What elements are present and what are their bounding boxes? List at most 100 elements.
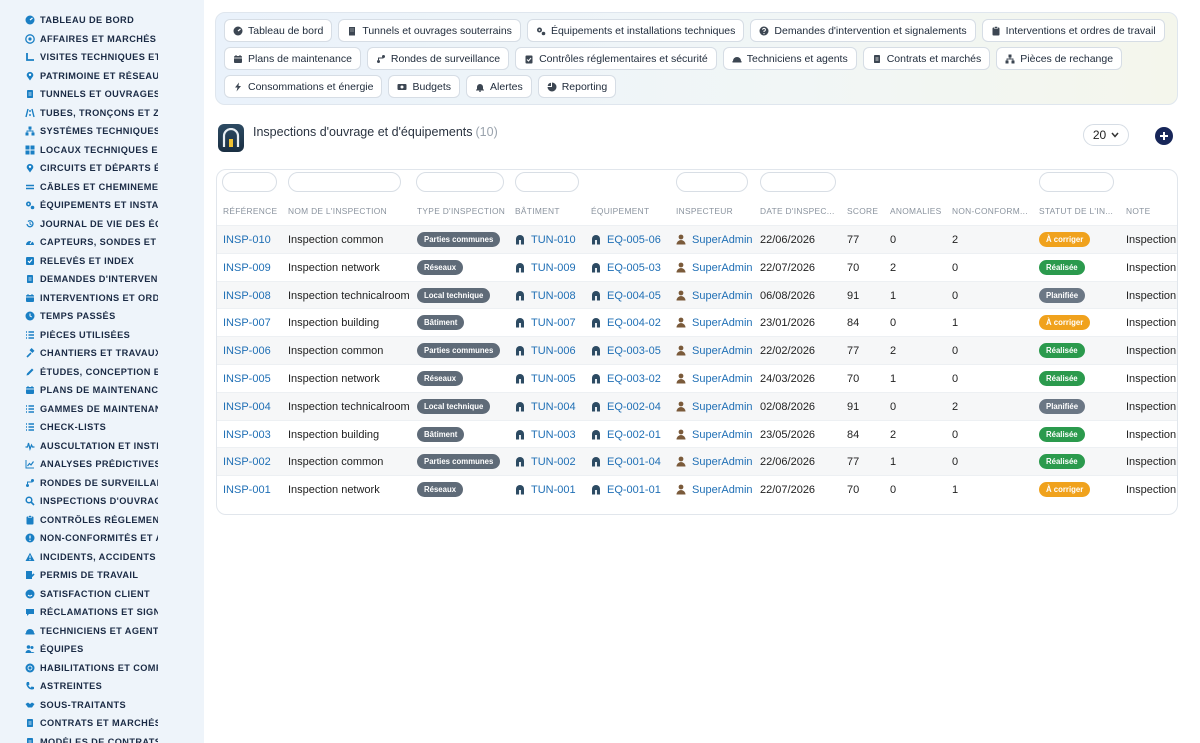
sidebar-item-25[interactable]: Rondes de surveillance: [0, 474, 204, 493]
quick-link-11[interactable]: Consommations et énergie: [224, 75, 383, 98]
quick-link-10[interactable]: Pièces de rechange: [996, 47, 1123, 70]
column-filter-input[interactable]: [222, 172, 277, 192]
column-header[interactable]: Date d'inspec...: [760, 206, 835, 216]
sidebar-item-3[interactable]: Patrimoine et réseaux: [0, 67, 204, 86]
sidebar-item-18[interactable]: Chantiers et travaux: [0, 344, 204, 363]
sidebar-item-5[interactable]: Tubes, tronçons et zones: [0, 104, 204, 123]
inspector-link[interactable]: SuperAdmin: [692, 234, 753, 246]
equipment-link[interactable]: EQ-004-05: [607, 290, 661, 302]
reference-link[interactable]: INSP-006: [223, 345, 271, 357]
column-filter-input[interactable]: [288, 172, 401, 192]
equipment-link[interactable]: EQ-003-05: [607, 345, 661, 357]
column-filter-input[interactable]: [1039, 172, 1114, 192]
sidebar-item-27[interactable]: Contrôles réglementaires: [0, 511, 204, 530]
sidebar-item-24[interactable]: Analyses prédictives: [0, 455, 204, 474]
reference-link[interactable]: INSP-009: [223, 262, 271, 274]
equipment-link[interactable]: EQ-003-02: [607, 373, 661, 385]
sidebar-item-37[interactable]: Sous-traitants: [0, 696, 204, 715]
equipment-link[interactable]: EQ-002-04: [607, 401, 661, 413]
sidebar-item-29[interactable]: Incidents, accidents et événements: [0, 548, 204, 567]
inspector-link[interactable]: SuperAdmin: [692, 317, 753, 329]
reference-link[interactable]: INSP-010: [223, 234, 271, 246]
inspector-link[interactable]: SuperAdmin: [692, 484, 753, 496]
sidebar-item-10[interactable]: Équipements et installations: [0, 196, 204, 215]
sidebar-item-30[interactable]: Permis de travail: [0, 566, 204, 585]
column-header[interactable]: Nom de l'inspection: [288, 206, 387, 216]
column-filter-input[interactable]: [416, 172, 504, 192]
column-filter-input[interactable]: [676, 172, 748, 192]
sidebar-item-32[interactable]: Réclamations et signalements: [0, 603, 204, 622]
inspector-link[interactable]: SuperAdmin: [692, 429, 753, 441]
quick-link-9[interactable]: Contrats et marchés: [862, 47, 991, 70]
sidebar-item-12[interactable]: Capteurs, sondes et compteurs: [0, 233, 204, 252]
sidebar-item-23[interactable]: Auscultation et instrumentation: [0, 437, 204, 456]
page-size-select[interactable]: 20: [1083, 124, 1129, 146]
reference-link[interactable]: INSP-004: [223, 401, 271, 413]
sidebar-item-1[interactable]: Affaires et marchés: [0, 30, 204, 49]
column-header[interactable]: Type d'inspection: [417, 206, 505, 216]
building-link[interactable]: TUN-006: [531, 345, 576, 357]
inspector-link[interactable]: SuperAdmin: [692, 373, 753, 385]
sidebar-item-6[interactable]: Systèmes techniques: [0, 122, 204, 141]
table-row[interactable]: INSP-003 Inspection building Bâtiment TUN-0…: [217, 419, 1177, 448]
sidebar-item-16[interactable]: Temps passés: [0, 307, 204, 326]
quick-link-3[interactable]: Demandes d'intervention et signalements: [750, 19, 976, 42]
sidebar-item-0[interactable]: Tableau de bord: [0, 11, 204, 30]
quick-link-14[interactable]: Reporting: [537, 75, 617, 98]
table-row[interactable]: INSP-002 Inspection common Parties commune…: [217, 447, 1177, 476]
sidebar-item-19[interactable]: Études, conception et ingénierie: [0, 363, 204, 382]
quick-link-12[interactable]: Budgets: [388, 75, 461, 98]
column-header[interactable]: Score: [847, 206, 878, 216]
sidebar-item-4[interactable]: Tunnels et ouvrages: [0, 85, 204, 104]
sidebar-item-36[interactable]: Astreintes: [0, 677, 204, 696]
equipment-link[interactable]: EQ-001-01: [607, 484, 661, 496]
table-row[interactable]: INSP-001 Inspection network Réseaux TUN-001…: [217, 475, 1177, 503]
sidebar-item-13[interactable]: Relevés et index: [0, 252, 204, 271]
table-row[interactable]: INSP-005 Inspection network Réseaux TUN-005…: [217, 363, 1177, 392]
table-row[interactable]: INSP-008 Inspection technicalroom Local te…: [217, 280, 1177, 309]
table-row[interactable]: INSP-007 Inspection building Bâtiment TUN-0…: [217, 308, 1177, 336]
quick-link-4[interactable]: Interventions et ordres de travail: [981, 19, 1165, 42]
quick-link-8[interactable]: Techniciens et agents: [722, 47, 857, 70]
inspector-link[interactable]: SuperAdmin: [692, 345, 753, 357]
sidebar-item-33[interactable]: Techniciens et agents: [0, 622, 204, 641]
sidebar-item-11[interactable]: Journal de vie des équipements: [0, 215, 204, 234]
column-header[interactable]: Équipement: [591, 206, 649, 216]
table-row[interactable]: INSP-004 Inspection technicalroom Local te…: [217, 391, 1177, 420]
building-link[interactable]: TUN-005: [531, 373, 576, 385]
sidebar-item-38[interactable]: Contrats et marchés: [0, 714, 204, 733]
reference-link[interactable]: INSP-003: [223, 429, 271, 441]
reference-link[interactable]: INSP-008: [223, 290, 271, 302]
table-row[interactable]: INSP-009 Inspection network Réseaux TUN-009…: [217, 252, 1177, 281]
quick-link-0[interactable]: Tableau de bord: [224, 19, 333, 42]
column-filter-input[interactable]: [515, 172, 579, 192]
sidebar-item-34[interactable]: Équipes: [0, 640, 204, 659]
quick-link-5[interactable]: Plans de maintenance: [224, 47, 361, 70]
sidebar-item-21[interactable]: Gammes de maintenance: [0, 400, 204, 419]
column-header[interactable]: Anomalies: [890, 206, 942, 216]
equipment-link[interactable]: EQ-004-02: [607, 317, 661, 329]
quick-link-7[interactable]: Contrôles réglementaires et sécurité: [515, 47, 717, 70]
reference-link[interactable]: INSP-007: [223, 317, 271, 329]
sidebar-item-7[interactable]: Locaux techniques et salles: [0, 141, 204, 160]
column-header[interactable]: Bâtiment: [515, 206, 560, 216]
sidebar-item-9[interactable]: Câbles et cheminements: [0, 178, 204, 197]
sidebar-item-26[interactable]: Inspections d'ouvrage: [0, 492, 204, 511]
equipment-link[interactable]: EQ-002-01: [607, 429, 661, 441]
sidebar-item-39[interactable]: Modèles de contrats: [0, 733, 204, 743]
sidebar-item-22[interactable]: Check-lists: [0, 418, 204, 437]
quick-link-6[interactable]: Rondes de surveillance: [366, 47, 510, 70]
building-link[interactable]: TUN-008: [531, 290, 576, 302]
reference-link[interactable]: INSP-001: [223, 484, 271, 496]
sidebar-item-28[interactable]: Non-conformités et actions: [0, 529, 204, 548]
table-row[interactable]: INSP-006 Inspection common Parties commune…: [217, 336, 1177, 364]
inspector-link[interactable]: SuperAdmin: [692, 290, 753, 302]
inspector-link[interactable]: SuperAdmin: [692, 262, 753, 274]
building-link[interactable]: TUN-002: [531, 456, 576, 468]
building-link[interactable]: TUN-007: [531, 317, 576, 329]
sidebar-item-8[interactable]: Circuits et départs électriques: [0, 159, 204, 178]
reference-link[interactable]: INSP-002: [223, 456, 271, 468]
column-header[interactable]: Inspecteur: [676, 206, 733, 216]
column-header[interactable]: Note: [1126, 206, 1150, 216]
building-link[interactable]: TUN-009: [531, 262, 576, 274]
